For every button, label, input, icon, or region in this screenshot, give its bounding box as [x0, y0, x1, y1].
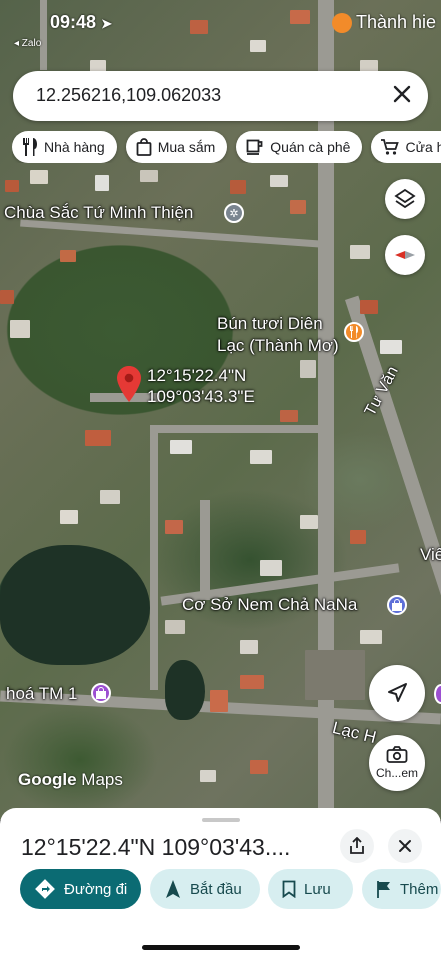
- close-icon[interactable]: [390, 84, 414, 108]
- navigation-arrow-icon: [388, 683, 407, 702]
- store-label[interactable]: hoá TM 1: [6, 683, 78, 705]
- chip-stores[interactable]: Cửa h: [371, 131, 441, 163]
- side-road: [150, 425, 330, 433]
- status-bar: 09:48 ➤ ◂ Zalo Thành hie: [0, 0, 441, 50]
- street-label-tu-van: Tư Văn: [361, 363, 402, 419]
- directions-icon: [35, 879, 55, 899]
- chip-shopping[interactable]: Mua sắm: [125, 131, 228, 163]
- app-badge-icon: [332, 13, 352, 34]
- cart-icon: [381, 138, 400, 155]
- start-button[interactable]: Bắt đầu: [150, 869, 260, 909]
- home-indicator[interactable]: [142, 945, 300, 950]
- coffee-icon: [246, 139, 263, 155]
- directions-label: Đường đi: [64, 880, 128, 898]
- restaurant-label-line2: Lạc (Thành Mơ): [217, 336, 339, 355]
- search-bar[interactable]: 12.256216,109.062033: [13, 71, 428, 121]
- google-maps-logo: Google Maps: [18, 770, 123, 790]
- street-view-button[interactable]: Ch...em: [369, 735, 425, 791]
- share-button[interactable]: [340, 829, 374, 863]
- location-pin-icon[interactable]: [117, 366, 141, 407]
- street-view-label: Ch...em: [375, 766, 418, 780]
- restaurant-icon[interactable]: [344, 322, 364, 342]
- chip-label: Quán cà phê: [270, 139, 351, 155]
- chip-coffee[interactable]: Quán cà phê: [236, 131, 363, 163]
- pond: [165, 660, 205, 720]
- chip-label: Cửa h: [405, 139, 441, 155]
- location-arrow-icon: ➤: [101, 16, 112, 31]
- shopping-bag-icon: [136, 138, 152, 156]
- notification-app[interactable]: Thành hie: [332, 12, 437, 34]
- more-button[interactable]: Thêm: [362, 869, 441, 909]
- pin-latitude: 12°15'22.4"N: [147, 366, 247, 385]
- temple-icon[interactable]: ✲: [224, 203, 244, 223]
- share-icon: [350, 837, 364, 854]
- store-icon[interactable]: [91, 683, 111, 703]
- restaurant-icon: [23, 138, 37, 156]
- compass-button[interactable]: [385, 235, 425, 275]
- pond: [0, 545, 150, 665]
- layers-button[interactable]: [385, 179, 425, 219]
- start-label: Bắt đầu: [190, 880, 242, 898]
- restaurant-label-line1: Bún tươi Diên: [217, 314, 323, 333]
- status-time-text: 09:48: [50, 12, 97, 32]
- shop-icon[interactable]: [387, 595, 407, 615]
- layers-icon: [394, 188, 416, 209]
- chip-label: Nhà hàng: [44, 139, 105, 155]
- save-label: Lưu: [304, 880, 331, 898]
- pin-longitude: 109°03'43.3"E: [147, 387, 255, 406]
- temple-label[interactable]: Chùa Sắc Tứ Minh Thiện: [4, 202, 193, 224]
- google-logo-text: Google: [18, 770, 77, 789]
- camera-icon: [386, 746, 408, 763]
- search-query[interactable]: 12.256216,109.062033: [36, 85, 221, 106]
- status-time: 09:48 ➤: [50, 12, 112, 33]
- directions-button[interactable]: Đường đi: [20, 869, 141, 909]
- side-road: [150, 430, 158, 690]
- sheet-drag-handle[interactable]: [202, 818, 240, 822]
- maps-logo-text: Maps: [81, 770, 123, 789]
- close-icon: [399, 840, 411, 852]
- restaurant-label[interactable]: Bún tươi Diên Lạc (Thành Mơ): [217, 313, 339, 357]
- category-chips: Nhà hàng Mua sắm Quán cà phê Cửa h: [12, 131, 441, 163]
- side-road: [200, 500, 210, 600]
- street-label-vie: Viê: [420, 545, 441, 564]
- street-label-lac: Lạc H: [330, 717, 379, 748]
- notification-app-text: Thành hie: [356, 12, 437, 32]
- pin-coordinates-label: 12°15'22.4"N 109°03'43.3"E: [147, 365, 255, 407]
- sheet-title: 12°15'22.4"N 109°03'43....: [21, 834, 291, 860]
- flag-icon: [377, 881, 390, 898]
- store-icon-edge[interactable]: [434, 684, 441, 704]
- close-sheet-button[interactable]: [388, 829, 422, 863]
- chip-restaurants[interactable]: Nhà hàng: [12, 131, 117, 163]
- navigation-arrow-icon: [166, 880, 180, 898]
- bookmark-icon: [282, 880, 296, 898]
- more-label: Thêm: [400, 880, 439, 898]
- shop-label[interactable]: Cơ Sở Nem Chả NaNa: [182, 594, 357, 616]
- compass-icon: [395, 251, 415, 259]
- save-button[interactable]: Lưu: [268, 869, 353, 909]
- chip-label: Mua sắm: [157, 139, 216, 155]
- back-to-app-link[interactable]: ◂ Zalo: [14, 38, 41, 49]
- my-location-button[interactable]: [369, 665, 425, 721]
